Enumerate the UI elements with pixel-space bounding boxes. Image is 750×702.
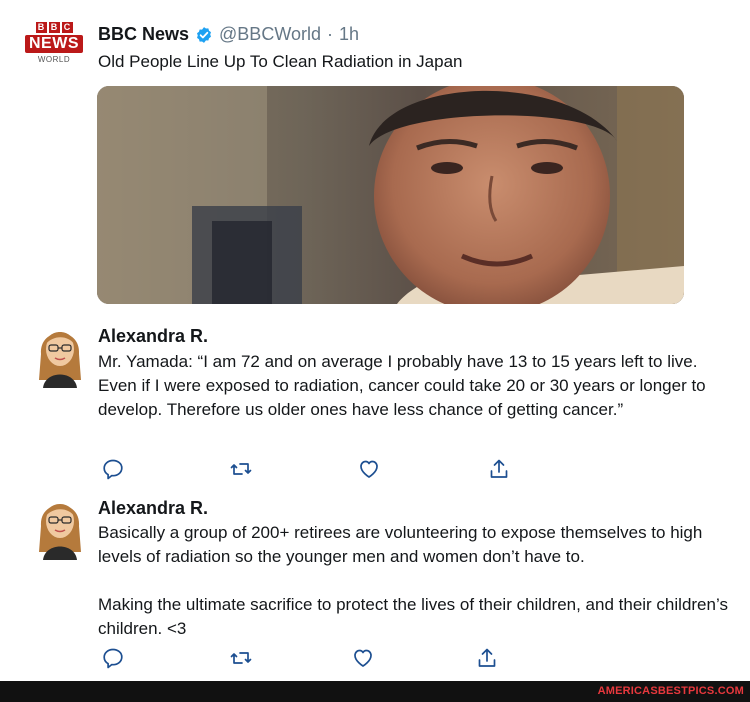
bbc-logo-news: NEWS <box>25 35 83 53</box>
bbc-logo-blocks: B B C <box>25 22 83 33</box>
bbc-logo-b2: B <box>48 22 60 33</box>
reply-paragraph: Basically a group of 200+ retirees are v… <box>98 523 703 566</box>
bitmoji-avatar-icon <box>39 504 81 560</box>
reply-text: Basically a group of 200+ retirees are v… <box>98 521 738 641</box>
like-icon <box>360 460 378 478</box>
verified-badge-icon <box>197 26 212 43</box>
reply-paragraph: Making the ultimate sacrifice to protect… <box>98 595 728 638</box>
separator-dot: · <box>327 24 333 44</box>
reply-button[interactable] <box>100 645 126 671</box>
watermark-text: AMERICASBESTPICS.COM <box>597 685 744 697</box>
share-icon <box>478 648 496 667</box>
like-button[interactable] <box>350 645 376 671</box>
reply-button[interactable] <box>100 456 126 482</box>
tweet-text: Old People Line Up To Clean Radiation in… <box>98 52 463 71</box>
author-handle[interactable]: @BBCWorld <box>219 24 321 45</box>
alexandra-avatar[interactable] <box>33 490 87 560</box>
reply-icon <box>103 459 123 480</box>
bbc-logo-world: WORLD <box>37 55 71 64</box>
share-icon <box>490 459 508 478</box>
like-icon <box>354 649 372 667</box>
reply-author-name[interactable]: Alexandra R. <box>98 498 208 519</box>
alexandra-avatar[interactable] <box>33 318 87 388</box>
watermark-bar: AMERICASBESTPICS.COM <box>0 681 750 702</box>
retweet-icon <box>230 463 252 475</box>
retweet-button[interactable] <box>228 645 254 671</box>
reply-actions-bar <box>100 645 520 671</box>
retweet-button[interactable] <box>228 456 254 482</box>
reply-author-name[interactable]: Alexandra R. <box>98 326 208 347</box>
reply-paragraph: Mr. Yamada: “I am 72 and on average I pr… <box>98 352 706 419</box>
bbc-logo-b1: B <box>35 22 47 33</box>
tweet-time[interactable]: 1h <box>339 24 359 45</box>
bbc-logo-c: C <box>61 22 73 33</box>
retweet-icon <box>230 652 252 664</box>
author-name[interactable]: BBC News <box>98 24 189 45</box>
bbc-news-avatar[interactable]: B B C NEWS WORLD <box>25 22 83 70</box>
reply-actions-bar <box>100 456 520 482</box>
elderly-man-photo <box>97 86 684 304</box>
like-button[interactable] <box>356 456 382 482</box>
share-button[interactable] <box>474 645 500 671</box>
reply-icon <box>103 648 123 669</box>
tweet-header: BBC News @BBCWorld · 1h <box>98 24 359 45</box>
bitmoji-avatar-icon <box>39 332 81 388</box>
reply-text: Mr. Yamada: “I am 72 and on average I pr… <box>98 350 738 422</box>
tweet-media-image[interactable] <box>97 86 684 304</box>
share-button[interactable] <box>486 456 512 482</box>
